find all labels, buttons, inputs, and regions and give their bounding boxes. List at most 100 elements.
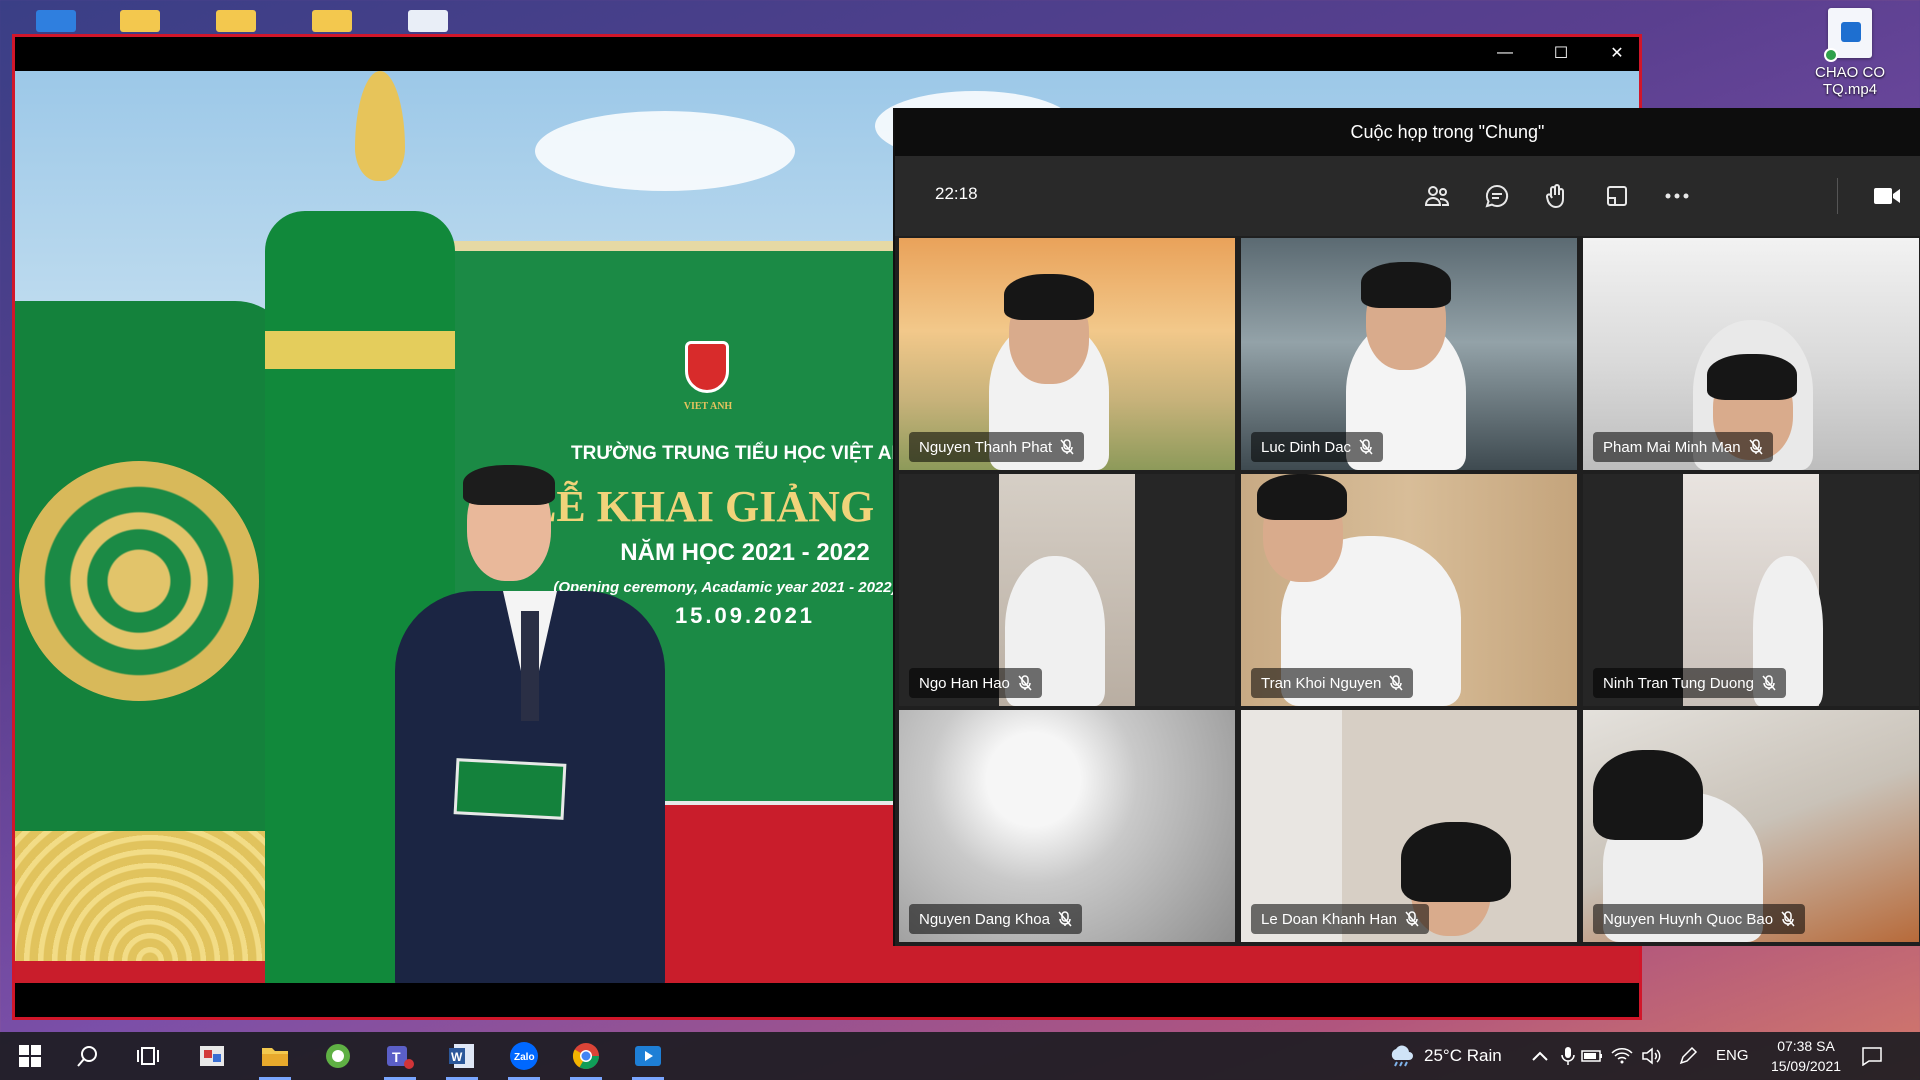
participant-hair — [1004, 274, 1094, 320]
search-icon[interactable] — [68, 1040, 108, 1072]
svg-text:T: T — [392, 1049, 401, 1065]
participant-name: Le Doan Khanh Han — [1261, 910, 1397, 928]
desktop-folder-icon-3[interactable] — [312, 10, 352, 32]
start-icon[interactable] — [10, 1040, 50, 1072]
toolbar-separator — [1837, 178, 1838, 214]
mic-muted-icon — [1781, 911, 1795, 927]
camtasia-icon[interactable] — [318, 1040, 358, 1072]
notification-icon[interactable] — [1852, 1040, 1892, 1072]
presenter-script-book — [453, 758, 567, 820]
participant-name: Ngo Han Hao — [919, 674, 1010, 692]
school-name: TRƯỜNG TRUNG TIỂU HỌC VIỆT ANH — [571, 443, 919, 464]
meeting-toolbar: 22:18 — [895, 156, 1920, 236]
desktop-folder-icon-2[interactable] — [216, 10, 256, 32]
word-icon[interactable]: W — [442, 1040, 482, 1080]
presenter — [395, 465, 665, 985]
school-logo-text: VIET ANH — [683, 401, 733, 412]
video-bottom-bar — [15, 983, 1639, 1017]
video-file-icon — [1824, 8, 1872, 62]
participant-grid: Nguyen Thanh Phat Luc Dinh Dac Pham Mai … — [899, 238, 1920, 942]
video-file-label-line2: TQ.mp4 — [1822, 81, 1878, 98]
maximize-button[interactable]: ☐ — [1533, 37, 1589, 69]
participant-name-tag: Pham Mai Minh Man — [1593, 432, 1773, 462]
mic-muted-icon — [1359, 439, 1373, 455]
participant-hair — [1707, 354, 1797, 400]
participant-hair — [1401, 822, 1511, 902]
media-player-icon[interactable] — [628, 1040, 668, 1080]
participant-name: Nguyen Huynh Quoc Bao — [1603, 910, 1774, 928]
meeting-title: Cuộc họp trong "Chung" — [895, 108, 1920, 156]
share-icon[interactable] — [1597, 176, 1637, 216]
participant-name: Pham Mai Minh Man — [1603, 438, 1741, 456]
mic-muted-icon — [1389, 675, 1403, 691]
mic-muted-icon — [1405, 911, 1419, 927]
taskbar: T W Zalo 25°C Rain ENG 07:38 SA 15/09/20… — [0, 1032, 1920, 1080]
chat-icon[interactable] — [1477, 176, 1517, 216]
more-icon[interactable] — [1657, 176, 1697, 216]
participant-name-tag: Luc Dinh Dac — [1251, 432, 1384, 462]
participant-name: Ninh Tran Tung Duong — [1603, 674, 1754, 692]
close-button[interactable]: ✕ — [1589, 37, 1639, 69]
participant-tile[interactable]: Ngo Han Hao — [899, 474, 1235, 706]
participant-name-tag: Nguyen Thanh Phat — [909, 432, 1085, 462]
window-titlebar[interactable]: — ☐ ✕ — [15, 37, 1639, 69]
teams-meeting-panel[interactable]: Cuộc họp trong "Chung" 22:18 Nguyen Than… — [893, 108, 1920, 946]
language-indicator[interactable]: ENG — [1716, 1047, 1749, 1064]
participant-name: Luc Dinh Dac — [1261, 438, 1352, 456]
file-explorer-icon[interactable] — [255, 1040, 295, 1080]
participant-tile[interactable]: Pham Mai Minh Man — [1583, 238, 1919, 470]
desktop-file-icon[interactable] — [408, 10, 448, 32]
participant-hair — [1257, 474, 1347, 520]
people-icon[interactable] — [1417, 176, 1457, 216]
weather-icon[interactable] — [1382, 1040, 1422, 1072]
participant-tile[interactable]: Nguyen Huynh Quoc Bao — [1583, 710, 1919, 942]
zalo-icon[interactable]: Zalo — [504, 1040, 544, 1080]
cloud-shape — [535, 111, 795, 191]
participant-name-tag: Nguyen Huynh Quoc Bao — [1593, 904, 1806, 934]
minimize-button[interactable]: — — [1477, 37, 1533, 69]
participant-name: Tran Khoi Nguyen — [1261, 674, 1382, 692]
desktop-icon-1[interactable] — [36, 10, 76, 32]
wave-pattern — [15, 831, 285, 961]
video-file-label-line1: CHAO CO — [1814, 64, 1885, 81]
participant-tile[interactable]: Le Doan Khanh Han — [1241, 710, 1577, 942]
chrome-icon[interactable] — [566, 1040, 606, 1080]
clock-date: 15/09/2021 — [1770, 1058, 1842, 1074]
camera-icon[interactable] — [1867, 176, 1907, 216]
participant-hair — [1361, 262, 1451, 308]
school-logo — [685, 341, 729, 393]
call-duration: 22:18 — [935, 184, 978, 203]
participant-name-tag: Ninh Tran Tung Duong — [1593, 668, 1786, 698]
pen-icon[interactable] — [1668, 1040, 1708, 1072]
mic-muted-icon — [1018, 675, 1032, 691]
mic-muted-icon — [1060, 439, 1074, 455]
participant-hair — [1593, 750, 1703, 840]
task-view-icon[interactable] — [128, 1040, 168, 1072]
raise-hand-icon[interactable] — [1537, 176, 1577, 216]
clock[interactable]: 07:38 SA 15/09/2021 — [1764, 1036, 1848, 1076]
participant-name-tag: Le Doan Khanh Han — [1251, 904, 1429, 934]
svg-text:W: W — [451, 1050, 463, 1064]
participant-tile[interactable]: Nguyen Dang Khoa — [899, 710, 1235, 942]
mic-muted-icon — [1058, 911, 1072, 927]
volume-icon[interactable] — [1632, 1040, 1672, 1072]
participant-tile[interactable]: Luc Dinh Dac — [1241, 238, 1577, 470]
participant-name-tag: Ngo Han Hao — [909, 668, 1042, 698]
presenter-hair — [463, 465, 555, 505]
desktop-video-file[interactable]: CHAO CO TQ.mp4 — [1798, 8, 1902, 98]
svg-text:Zalo: Zalo — [514, 1052, 535, 1063]
clock-time: 07:38 SA — [1777, 1038, 1835, 1054]
participant-name-tag: Tran Khoi Nguyen — [1251, 668, 1414, 698]
sync-check-icon — [1824, 48, 1838, 62]
mic-muted-icon — [1762, 675, 1776, 691]
snipping-tool-icon[interactable] — [192, 1040, 232, 1072]
participant-name: Nguyen Thanh Phat — [919, 438, 1053, 456]
participant-tile[interactable]: Nguyen Thanh Phat — [899, 238, 1235, 470]
bronze-drum-medallion — [19, 461, 259, 701]
participant-tile[interactable]: Tran Khoi Nguyen — [1241, 474, 1577, 706]
teams-icon[interactable]: T — [380, 1040, 420, 1080]
desktop-folder-icon-1[interactable] — [120, 10, 160, 32]
weather-text[interactable]: 25°C Rain — [1424, 1046, 1502, 1066]
participant-tile[interactable]: Ninh Tran Tung Duong — [1583, 474, 1919, 706]
participant-name-tag: Nguyen Dang Khoa — [909, 904, 1082, 934]
